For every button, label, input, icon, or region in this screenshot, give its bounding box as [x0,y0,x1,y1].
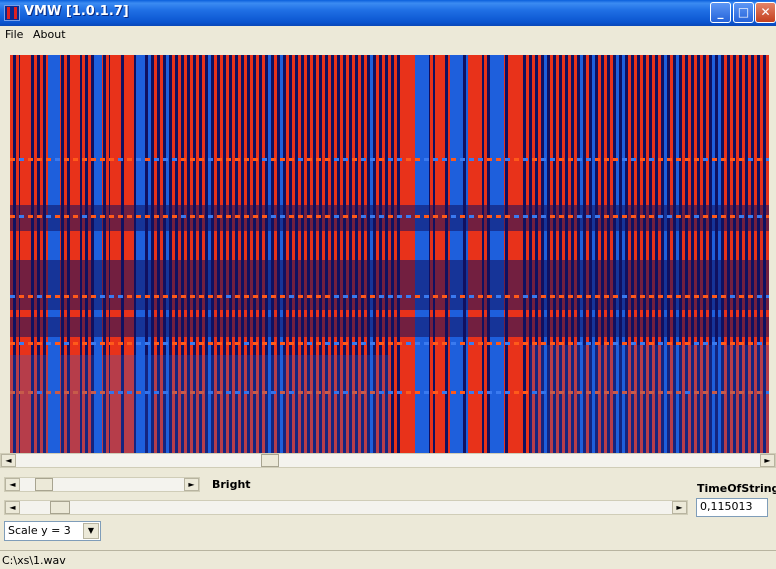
spectrogram-image [10,55,769,453]
time-of-string-field[interactable]: 0,115013 [696,498,768,517]
time-thumb[interactable] [50,501,70,514]
bright-thumb[interactable] [35,478,53,491]
bright-right-button[interactable]: ► [184,478,199,491]
menu-file[interactable]: File [5,28,23,41]
scroll-right-button[interactable]: ► [760,454,775,467]
maximize-button[interactable]: □ [733,2,754,23]
bright-label: Bright [212,478,251,491]
app-icon [4,5,20,21]
scale-select-value: Scale y = 3 [8,524,71,537]
window-title: VMW [1.0.1.7] [24,4,129,19]
menu-bar: File About [0,26,776,44]
title-bar: VMW [1.0.1.7] _ □ ✕ [0,0,776,26]
bright-left-button[interactable]: ◄ [5,478,20,491]
status-file-path: C:\xs\1.wav [2,554,66,567]
spectrogram-view[interactable] [10,55,769,453]
status-bar: C:\xs\1.wav [0,550,776,569]
scroll-left-button[interactable]: ◄ [1,454,16,467]
time-of-string-label: TimeOfString [697,482,776,495]
close-button[interactable]: ✕ [755,2,776,23]
time-right-button[interactable]: ► [672,501,687,514]
scale-select[interactable]: Scale y = 3 ▼ [4,521,101,541]
chevron-down-icon[interactable]: ▼ [83,523,99,539]
time-left-button[interactable]: ◄ [5,501,20,514]
scroll-thumb[interactable] [261,454,279,467]
minimize-button[interactable]: _ [710,2,731,23]
menu-about[interactable]: About [33,28,66,41]
bright-scrollbar[interactable]: ◄ ► [4,477,200,492]
time-scrollbar[interactable]: ◄ ► [4,500,688,515]
view-scrollbar[interactable]: ◄ ► [0,453,776,468]
